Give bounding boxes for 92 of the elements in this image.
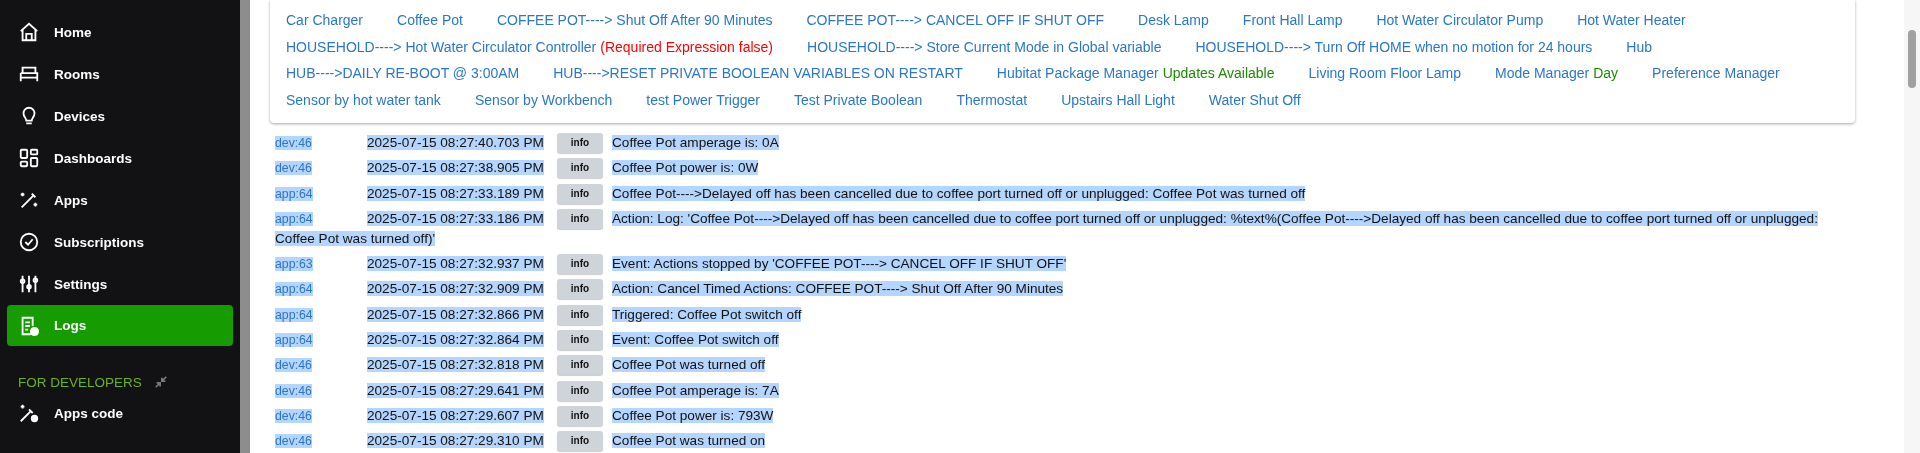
log-source-link[interactable]: dev:46	[275, 434, 312, 449]
app-link[interactable]: Hot Water Circulator Pump	[1376, 12, 1544, 28]
log-message: Coffee Pot amperage is: 0A	[612, 135, 779, 150]
log-message: Action: Cancel Timed Actions: COFFEE POT----> Shut Off After 90 Minutes	[612, 281, 1064, 297]
app-link[interactable]: HOUSEHOLD----> Turn Off HOME when no motion for 24 hours	[1195, 38, 1593, 55]
log-message: Event: Coffee Pot switch off	[612, 332, 779, 348]
log-time: 2025-07-15 08:27:32.864 PM	[367, 332, 544, 348]
sliders-icon	[18, 273, 40, 295]
log-source-link[interactable]: app:64	[275, 333, 313, 348]
app-link[interactable]: Sensor by Workbench	[474, 91, 613, 108]
log-level-badge: info	[557, 330, 603, 351]
app-link[interactable]: Sensor by hot water tank	[286, 91, 441, 108]
app-link[interactable]: Car Charger	[286, 12, 364, 28]
app-link[interactable]: Upstairs Hall Light	[1061, 91, 1175, 108]
log-source-link[interactable]: app:64	[275, 307, 313, 322]
log-source-link[interactable]: dev:46	[275, 161, 312, 176]
app-link[interactable]: Hub	[1626, 38, 1653, 55]
app-link[interactable]: COFFEE POT----> CANCEL OFF IF SHUT OFF	[806, 12, 1104, 28]
app-link[interactable]: HOUSEHOLD----> Hot Water Circulator Controller	[286, 38, 597, 55]
log-level-badge: info	[557, 355, 603, 376]
app-link[interactable]: Hot Water Heater	[1577, 12, 1686, 28]
log-level-badge: info	[557, 158, 603, 179]
log-level-badge: info	[557, 405, 603, 426]
app-link[interactable]: HUB---->DAILY RE-BOOT @ 3:00AM	[286, 65, 520, 81]
nav-item[interactable]: Dashboards	[7, 137, 233, 179]
log-message: Coffee Pot power is: 793W	[612, 407, 774, 423]
log-source-link[interactable]: dev:46	[275, 383, 312, 398]
app-link[interactable]: Hubitat Package Manager	[996, 65, 1159, 81]
log-time: 2025-07-15 08:27:29.310 PM	[367, 433, 544, 449]
scrollbar[interactable]	[1904, 0, 1920, 453]
collapse-icon[interactable]	[153, 375, 168, 389]
app-link[interactable]: HOUSEHOLD----> Store Current Mode in Global variable	[807, 38, 1162, 55]
log-message: Event: Actions stopped by 'COFFEE POT----> CANCEL OFF IF SHUT OFF'	[612, 256, 1067, 272]
log-message: Coffee Pot was turned on	[612, 433, 766, 449]
nav-item[interactable]: Rooms	[7, 53, 233, 95]
log-source-link[interactable]: dev:46	[275, 358, 312, 373]
log-time: 2025-07-15 08:27:32.937 PM	[367, 256, 544, 272]
log-level-badge: info	[557, 431, 603, 452]
app-status: Updates Available	[1162, 65, 1275, 81]
log-message: Coffee Pot power is: 0W	[612, 160, 759, 176]
nav-item[interactable]: Settings	[7, 263, 233, 305]
app-status: Day	[1593, 65, 1619, 81]
app-link[interactable]: Desk Lamp	[1138, 12, 1209, 28]
app-link[interactable]: Test Private Boolean	[793, 91, 923, 108]
app-status: (Required Expression false)	[600, 38, 773, 55]
log-message: Coffee Pot---->Delayed off has been cancelled due to coffee port turned off or unplugged: Coffee Pot was turned off	[612, 185, 1306, 201]
app-link[interactable]: Thermostat	[956, 91, 1028, 108]
app-link[interactable]: Mode Manager	[1495, 65, 1590, 81]
log-level-badge: info	[557, 208, 603, 229]
log-time: 2025-07-15 08:27:32.909 PM	[367, 281, 544, 297]
log-level-badge: info	[557, 183, 603, 204]
log-source-link[interactable]: dev:46	[275, 136, 312, 150]
app-link[interactable]: COFFEE POT----> Shut Off After 90 Minutes	[496, 12, 773, 28]
log-source-link[interactable]: app:64	[275, 186, 313, 201]
check-circle-icon	[18, 231, 40, 253]
log-source-link[interactable]: app:63	[275, 257, 313, 272]
app-link[interactable]: Preference Manager	[1652, 65, 1780, 81]
nav-item[interactable]: Devices	[7, 95, 233, 137]
log-time: 2025-07-15 08:27:32.866 PM	[367, 306, 544, 322]
dashboard-icon	[18, 147, 40, 169]
log-message: Coffee Pot amperage is: 7A	[612, 382, 779, 398]
log-source-link[interactable]: app:64	[275, 282, 313, 297]
nav-item[interactable]: Logs	[7, 305, 233, 346]
app-link[interactable]: Water Shut Off	[1208, 91, 1301, 108]
nav-item[interactable]: Subscriptions	[7, 221, 233, 263]
log-time: 2025-07-15 08:27:40.703 PM	[367, 135, 544, 150]
home-icon	[18, 21, 40, 43]
log-level-badge: info	[557, 133, 603, 153]
log-level-badge: info	[557, 380, 603, 401]
log-message: Coffee Pot was turned off	[612, 357, 765, 373]
log-message: Triggered: Coffee Pot switch off	[612, 306, 802, 322]
log-level-badge: info	[557, 304, 603, 325]
app-link[interactable]: Coffee Pot	[397, 12, 463, 28]
wand-gear-icon	[18, 402, 40, 424]
app-link[interactable]: HUB---->RESET PRIVATE BOOLEAN VARIABLES ON RESTART	[553, 65, 963, 81]
log-level-badge: info	[557, 279, 603, 300]
log-time: 2025-07-15 08:27:29.641 PM	[367, 382, 544, 398]
log-time: 2025-07-15 08:27:32.818 PM	[367, 357, 544, 373]
log-source-link[interactable]: app:64	[275, 211, 313, 226]
log-time: 2025-07-15 08:27:33.186 PM	[367, 210, 544, 226]
nav-item[interactable]: Home	[7, 11, 233, 53]
nav-item[interactable]: Apps	[7, 179, 233, 221]
log-time: 2025-07-15 08:27:38.905 PM	[367, 160, 544, 176]
section-title: FOR DEVELOPERS	[18, 374, 142, 390]
nav-item[interactable]: Apps code	[7, 392, 233, 434]
app-link[interactable]: Front Hall Lamp	[1242, 12, 1343, 28]
log-level-badge: info	[557, 254, 603, 275]
log-time: 2025-07-15 08:27:29.607 PM	[367, 407, 544, 423]
app-link[interactable]: test Power Trigger	[646, 91, 760, 108]
app-link[interactable]: Living Room Floor Lamp	[1308, 65, 1462, 81]
log-source-link[interactable]: dev:46	[275, 408, 312, 423]
log-time: 2025-07-15 08:27:33.189 PM	[367, 185, 544, 201]
